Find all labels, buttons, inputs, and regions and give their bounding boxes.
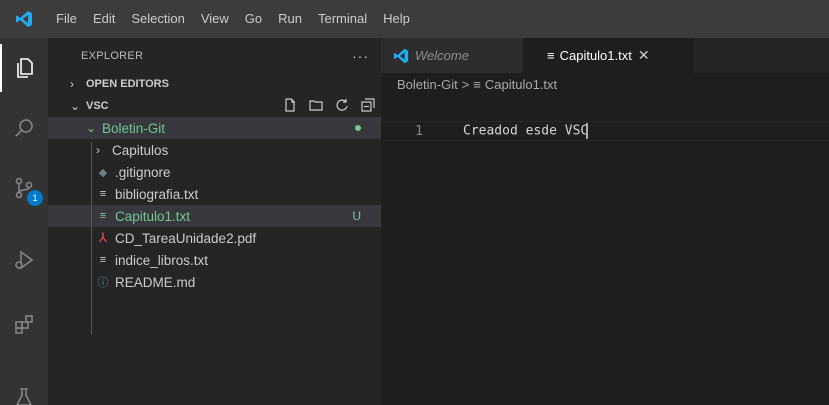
- menu-file[interactable]: File: [48, 0, 85, 38]
- tree-item-gitignore[interactable]: ◆ .gitignore: [48, 161, 381, 183]
- breadcrumb-separator: >: [461, 76, 470, 92]
- new-folder-icon[interactable]: [309, 98, 323, 115]
- tree-item-label: README.md: [115, 274, 196, 290]
- explorer-icon[interactable]: [0, 44, 48, 92]
- folder-boletin-git[interactable]: ⌄ Boletin-Git: [48, 117, 381, 139]
- tree-item-bibliografia[interactable]: ≡ bibliografia.txt: [48, 183, 381, 205]
- untracked-badge: U: [352, 209, 361, 223]
- editor-line: 1 Creadod esde VSC: [381, 121, 829, 141]
- menu-help[interactable]: Help: [375, 0, 418, 38]
- collapse-all-icon[interactable]: [361, 97, 375, 115]
- extensions-icon[interactable]: [0, 300, 48, 348]
- breadcrumb-file[interactable]: Capitulo1.txt: [485, 77, 557, 92]
- tree-item-pdf[interactable]: ⅄ CD_TareaUnidade2.pdf: [48, 227, 381, 249]
- chevron-right-icon: ›: [96, 143, 100, 157]
- workspace-label: VSC: [86, 100, 109, 112]
- breadcrumb: Boletin-Git > ≡ Capitulo1.txt: [381, 73, 829, 95]
- workspace-actions: [283, 95, 375, 117]
- tab-label: Welcome: [415, 48, 469, 63]
- open-editors-label: OPEN EDITORS: [86, 78, 169, 90]
- menu-run[interactable]: Run: [270, 0, 310, 38]
- more-actions-button[interactable]: ···: [352, 48, 369, 64]
- editor-tabs: Welcome ≡ Capitulo1.txt ✕: [381, 38, 829, 73]
- menu-view[interactable]: View: [193, 0, 237, 38]
- gitignore-icon: ◆: [98, 166, 108, 179]
- tree-item-label: bibliografia.txt: [115, 186, 199, 202]
- refresh-icon[interactable]: [335, 98, 349, 115]
- tab-capitulo1[interactable]: ≡ Capitulo1.txt ✕: [523, 38, 694, 73]
- title-bar: File Edit Selection View Go Run Terminal…: [0, 0, 829, 38]
- text-file-icon: ≡: [99, 188, 107, 200]
- menu-go[interactable]: Go: [237, 0, 270, 38]
- tab-welcome[interactable]: Welcome: [381, 38, 523, 73]
- info-icon: ⓘ: [97, 277, 109, 289]
- tree-item-label: .gitignore: [115, 164, 171, 180]
- tree-item-readme[interactable]: ⓘ README.md: [48, 271, 381, 293]
- close-icon[interactable]: ✕: [638, 47, 650, 64]
- chevron-down-icon: ⌄: [70, 99, 81, 113]
- folder-label: Boletin-Git: [102, 120, 166, 136]
- indent-guide: [91, 142, 92, 334]
- menu-bar: File Edit Selection View Go Run Terminal…: [48, 0, 418, 38]
- text-file-icon: ≡: [547, 48, 555, 63]
- explorer-sidebar: EXPLORER ··· › OPEN EDITORS ⌄ VSC ⌄ Bole…: [48, 38, 381, 405]
- text-file-icon: ≡: [473, 76, 481, 92]
- tree-item-label: indice_libros.txt: [115, 252, 209, 268]
- workspace-section[interactable]: ⌄ VSC: [48, 95, 381, 117]
- open-editors-section[interactable]: › OPEN EDITORS: [48, 73, 381, 95]
- tree-item-label: Capitulo1.txt: [115, 208, 191, 224]
- line-number: 1: [415, 123, 423, 139]
- menu-terminal[interactable]: Terminal: [310, 0, 375, 38]
- vscode-logo-icon: [0, 0, 48, 38]
- tab-label: Capitulo1.txt: [559, 48, 632, 63]
- tree-item-capitulo1[interactable]: ≡ Capitulo1.txt U: [48, 205, 381, 227]
- new-file-icon[interactable]: [283, 97, 297, 115]
- pdf-file-icon: ⅄: [99, 230, 107, 245]
- menu-selection[interactable]: Selection: [123, 0, 192, 38]
- chevron-right-icon: ›: [70, 77, 74, 91]
- search-icon[interactable]: [0, 104, 48, 152]
- chevron-down-icon: ⌄: [86, 121, 97, 135]
- text-file-icon: ≡: [99, 210, 107, 222]
- modified-dot-icon: [355, 125, 361, 131]
- source-control-badge: 1: [27, 190, 43, 206]
- menu-edit[interactable]: Edit: [85, 0, 123, 38]
- explorer-header: EXPLORER ···: [48, 38, 381, 73]
- text-file-icon: ≡: [99, 254, 107, 266]
- source-control-icon[interactable]: 1: [0, 164, 48, 212]
- text-cursor: [586, 123, 589, 139]
- tree-item-capitulos[interactable]: › Capitulos: [48, 139, 381, 161]
- line-content[interactable]: Creadod esde VSC: [433, 123, 589, 139]
- line-text: Creadod esde VSC: [463, 123, 589, 139]
- tree-item-label: Capitulos: [112, 142, 169, 158]
- activity-bar: 1: [0, 38, 48, 405]
- tree-item-label: CD_TareaUnidade2.pdf: [115, 230, 257, 246]
- run-debug-icon[interactable]: [0, 236, 48, 284]
- code-editor[interactable]: 1 Creadod esde VSC: [381, 95, 829, 405]
- tree-item-indice-libros[interactable]: ≡ indice_libros.txt: [48, 249, 381, 271]
- explorer-title: EXPLORER: [81, 49, 144, 62]
- breadcrumb-folder[interactable]: Boletin-Git: [397, 77, 458, 92]
- vscode-logo-icon: [393, 48, 409, 64]
- testing-icon[interactable]: [0, 373, 48, 405]
